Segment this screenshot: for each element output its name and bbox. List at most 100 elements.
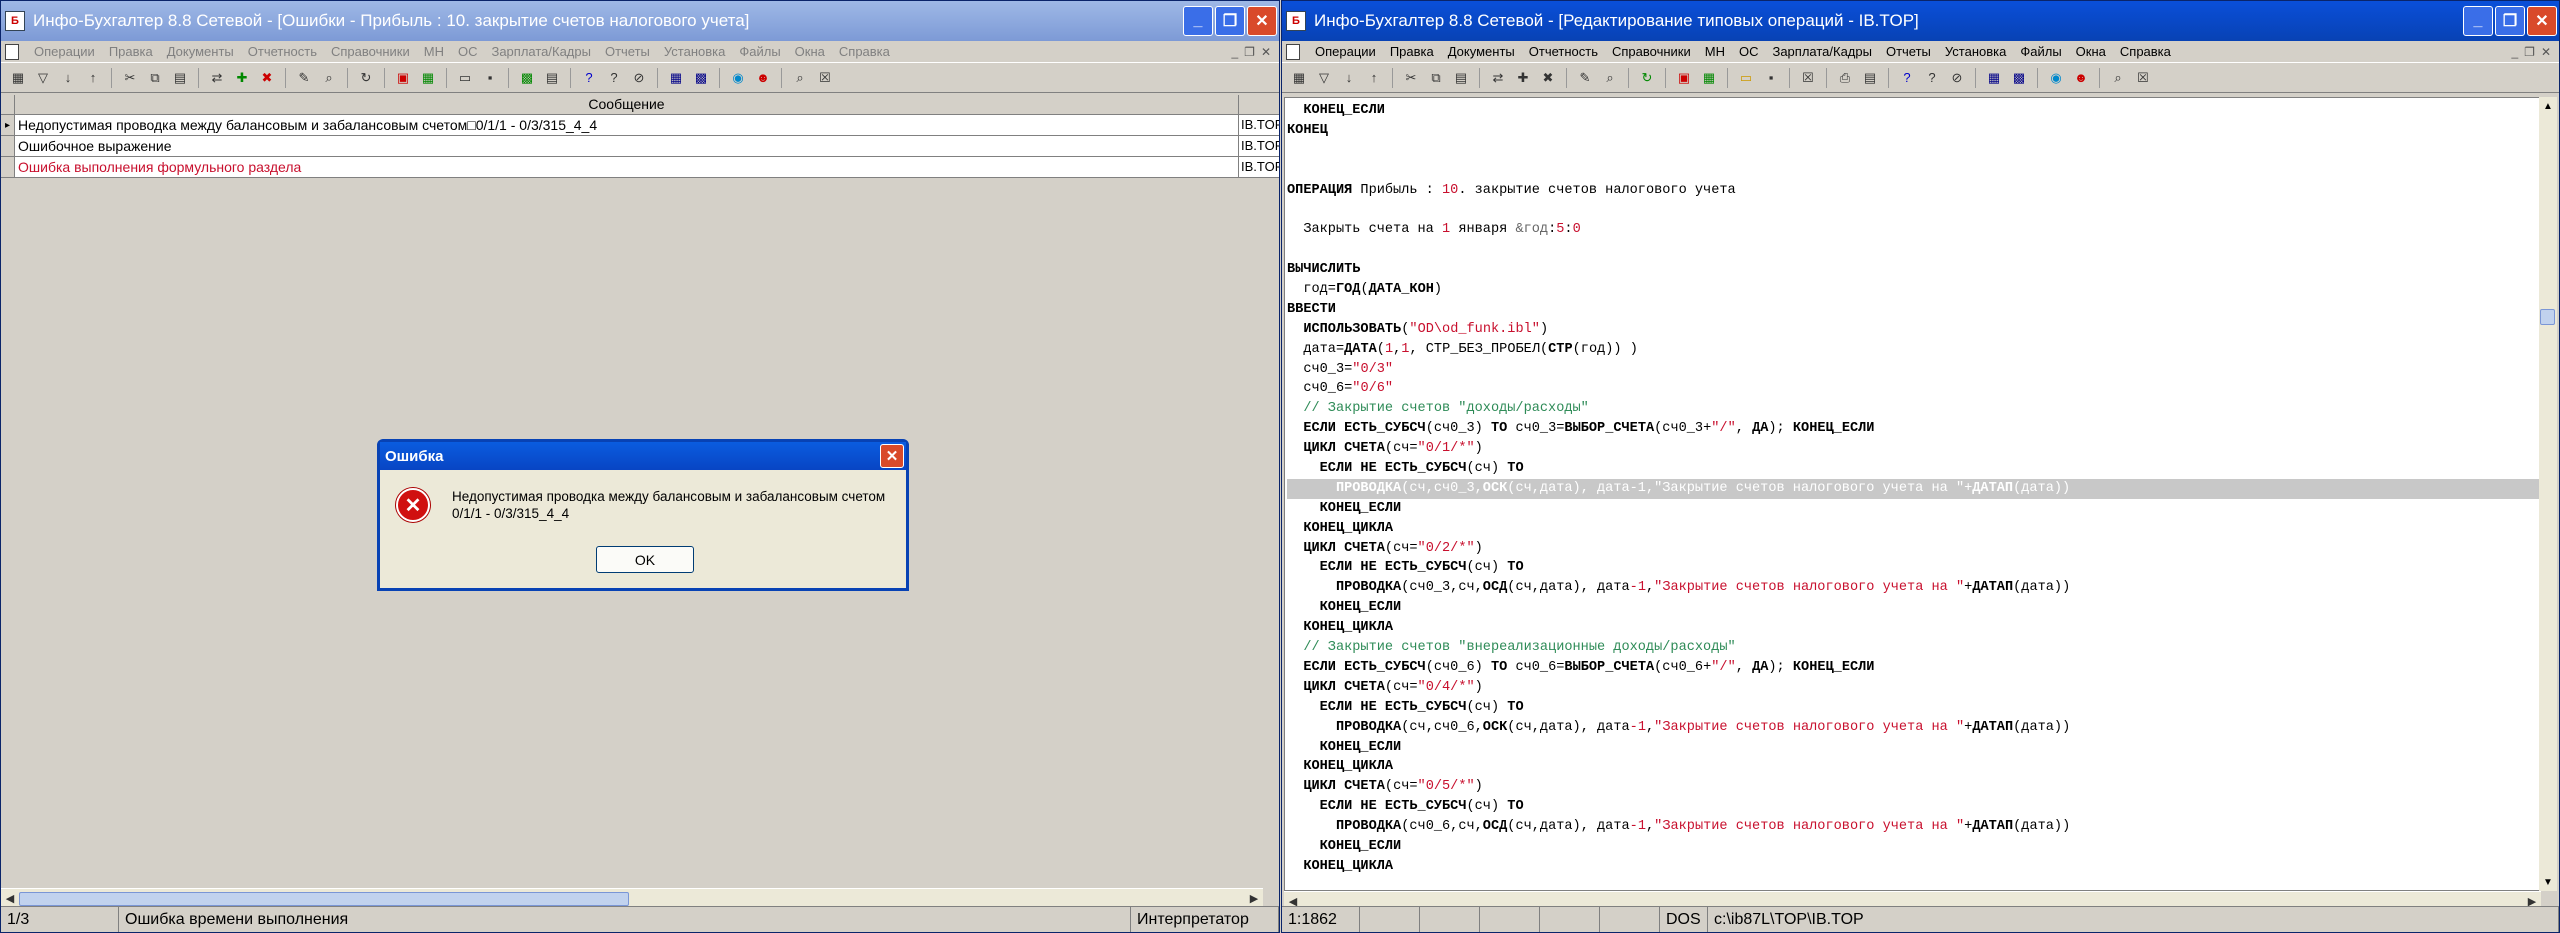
scroll-thumb[interactable] (19, 891, 629, 906)
code-line[interactable]: // Закрытие счетов "доходы/расходы" (1287, 399, 2540, 419)
menu-help[interactable]: Справка (2113, 44, 2178, 59)
menu-reports[interactable]: Отчеты (1879, 44, 1938, 59)
mdi-restore-icon[interactable]: ❐ (1244, 45, 1255, 59)
refresh-icon[interactable]: ↻ (1636, 67, 1658, 89)
menu-references[interactable]: Справочники (324, 44, 417, 59)
code-line[interactable]: ЕСЛИ НЕ ЕСТЬ_СУБСЧ(сч) ТО (1287, 558, 2540, 578)
code-line[interactable]: ЦИКЛ СЧЕТА(сч="0/5/*") (1287, 777, 2540, 797)
document-icon[interactable] (1286, 43, 1300, 60)
minimize-button[interactable]: _ (1183, 6, 1213, 36)
users-icon[interactable]: ☻ (752, 67, 774, 89)
source-cell[interactable]: IB.TOP (1239, 157, 1279, 177)
table-row[interactable]: Ошибочное выражение IB.TOP (1, 136, 1279, 157)
scroll-thumb[interactable] (2540, 309, 2555, 325)
left-titlebar[interactable]: Б Инфо-Бухгалтер 8.8 Сетевой - [Ошибки -… (1, 1, 1279, 41)
scroll-up-icon[interactable]: ▲ (2539, 97, 2557, 115)
scroll-right-icon[interactable]: ▶ (1245, 890, 1263, 908)
close-button[interactable]: ✕ (2527, 6, 2557, 36)
mdi-minimize-icon[interactable]: _ (2511, 45, 2518, 59)
compass-icon[interactable]: ⊘ (1946, 67, 1968, 89)
marker-icon[interactable]: ✎ (293, 67, 315, 89)
users-icon[interactable]: ☻ (2070, 67, 2092, 89)
maximize-button[interactable]: ❐ (1215, 6, 1245, 36)
dialog-titlebar[interactable]: Ошибка ✕ (380, 442, 906, 470)
calculator-icon[interactable]: ▦ (1288, 67, 1310, 89)
source-cell[interactable]: IB.TOP (1239, 115, 1279, 135)
menu-edit[interactable]: Правка (1383, 44, 1441, 59)
cut-icon[interactable]: ✂ (119, 67, 141, 89)
menu-files[interactable]: Файлы (2013, 44, 2068, 59)
code-text[interactable]: КОНЕЦ_ЕСЛИ КОНЕЦ ОПЕРАЦИЯ Прибыль : 10. з… (1285, 98, 2540, 877)
windows-icon[interactable]: ▩ (2008, 67, 2030, 89)
menu-documents[interactable]: Документы (1441, 44, 1522, 59)
search-icon[interactable]: ⌕ (2107, 67, 2129, 89)
minimize-button[interactable]: _ (2463, 6, 2493, 36)
table-icon[interactable]: ▦ (1698, 67, 1720, 89)
table-icon[interactable]: ▦ (417, 67, 439, 89)
code-line[interactable] (1287, 240, 2540, 260)
code-line[interactable]: ЦИКЛ СЧЕТА(сч="0/4/*") (1287, 678, 2540, 698)
filter-icon[interactable]: ▽ (32, 67, 54, 89)
code-line[interactable]: ЕСЛИ НЕ ЕСТЬ_СУБСЧ(сч) ТО (1287, 459, 2540, 479)
context-help-icon[interactable]: ? (1921, 67, 1943, 89)
refresh-icon[interactable]: ↻ (355, 67, 377, 89)
code-line[interactable]: КОНЕЦ (1287, 121, 2540, 141)
menu-payroll[interactable]: Зарплата/Кадры (1765, 44, 1879, 59)
code-line[interactable]: ПРОВОДКА(сч0_6,сч,ОСД(сч,дата), дата-1,"… (1287, 817, 2540, 837)
paste-icon[interactable]: ▤ (1450, 67, 1472, 89)
search-icon[interactable]: ⌕ (789, 67, 811, 89)
mdi-close-icon[interactable]: ✕ (2541, 45, 2551, 59)
menu-os[interactable]: ОС (451, 44, 485, 59)
sort-asc-icon[interactable]: ↓ (1338, 67, 1360, 89)
grid-icon[interactable]: ▦ (665, 67, 687, 89)
mdi-restore-icon[interactable]: ❐ (2524, 45, 2535, 59)
code-line[interactable] (1287, 200, 2540, 220)
code-line[interactable]: ЦИКЛ СЧЕТА(сч="0/1/*") (1287, 439, 2540, 459)
sort-desc-icon[interactable]: ↑ (82, 67, 104, 89)
menu-edit[interactable]: Правка (102, 44, 160, 59)
code-line[interactable]: ЕСЛИ НЕ ЕСТЬ_СУБСЧ(сч) ТО (1287, 797, 2540, 817)
menu-setup[interactable]: Установка (1938, 44, 2013, 59)
message-cell[interactable]: Недопустимая проводка между балансовым и… (15, 115, 1239, 135)
code-line[interactable]: ЕСЛИ ЕСТЬ_СУБСЧ(сч0_3) ТО сч0_3=ВЫБОР_СЧ… (1287, 419, 2540, 439)
document-icon[interactable] (5, 43, 19, 60)
code-line[interactable] (1287, 141, 2540, 161)
find-icon[interactable]: ⌕ (318, 67, 340, 89)
calendar-icon[interactable]: ▤ (541, 67, 563, 89)
mdi-close-icon[interactable]: ✕ (1261, 45, 1271, 59)
code-line[interactable]: КОНЕЦ_ЕСЛИ (1287, 101, 2540, 121)
save-icon[interactable]: ▪ (1760, 67, 1782, 89)
message-cell[interactable]: Ошибочное выражение (15, 136, 1239, 156)
code-line[interactable]: ЦИКЛ СЧЕТА(сч="0/2/*") (1287, 539, 2540, 559)
source-cell[interactable]: IB.TOP (1239, 136, 1279, 156)
menu-reporting[interactable]: Отчетность (241, 44, 324, 59)
scroll-left-icon[interactable]: ◀ (1, 890, 19, 908)
save-icon[interactable]: ▪ (479, 67, 501, 89)
copy-icon[interactable]: ⧉ (144, 67, 166, 89)
code-line[interactable]: КОНЕЦ_ЕСЛИ (1287, 499, 2540, 519)
scroll-down-icon[interactable]: ▼ (2539, 873, 2557, 891)
replace-icon[interactable]: ⇄ (1487, 67, 1509, 89)
delete-icon[interactable]: ✖ (1537, 67, 1559, 89)
code-line[interactable]: ПРОВОДКА(сч0_3,сч,ОСД(сч,дата), дата-1,"… (1287, 578, 2540, 598)
skype-icon[interactable]: ◉ (2045, 67, 2067, 89)
code-line[interactable]: сч0_6="0/6" (1287, 379, 2540, 399)
right-titlebar[interactable]: Б Инфо-Бухгалтер 8.8 Сетевой - [Редактир… (1282, 1, 2559, 41)
help-icon[interactable]: ? (1896, 67, 1918, 89)
menu-payroll[interactable]: Зарплата/Кадры (484, 44, 598, 59)
code-line[interactable]: ВЫЧИСЛИТЬ (1287, 260, 2540, 280)
code-editor[interactable]: КОНЕЦ_ЕСЛИ КОНЕЦ ОПЕРАЦИЯ Прибыль : 10. з… (1284, 97, 2541, 891)
code-line[interactable]: ЕСЛИ ЕСТЬ_СУБСЧ(сч0_6) ТО сч0_6=ВЫБОР_СЧ… (1287, 658, 2540, 678)
open-folder-icon[interactable]: ▭ (454, 67, 476, 89)
table-row[interactable]: ▸ Недопустимая проводка между балансовым… (1, 115, 1279, 136)
find-replace-icon[interactable]: ⌕ (1599, 67, 1621, 89)
code-line[interactable]: дата=ДАТА(1,1, СТР_БЕЗ_ПРОБЕЛ(СТР(год)) … (1287, 340, 2540, 360)
menu-operations[interactable]: Операции (27, 44, 102, 59)
code-line[interactable]: Закрыть счета на 1 января &год:5:0 (1287, 220, 2540, 240)
context-help-icon[interactable]: ? (603, 67, 625, 89)
close-doc-icon[interactable]: ☒ (814, 67, 836, 89)
horizontal-scrollbar[interactable]: ◀ ▶ (1, 888, 1263, 908)
menu-windows[interactable]: Окна (788, 44, 832, 59)
code-line[interactable]: ВВЕСТИ (1287, 300, 2540, 320)
pdf-icon[interactable]: ▣ (392, 67, 414, 89)
